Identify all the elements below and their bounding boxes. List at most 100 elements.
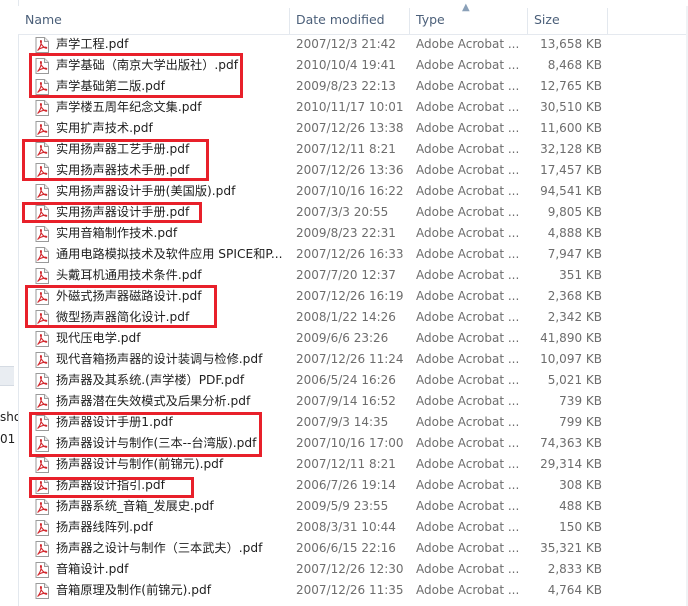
- pdf-file-icon: [35, 58, 49, 74]
- file-size: 13,658 KB: [540, 37, 602, 51]
- file-row[interactable]: 微型扬声器简化设计.pdf 2008/1/22 14:26 Adobe Acroba…: [18, 307, 688, 328]
- file-date-modified: 2007/12/11 8:21: [296, 142, 396, 156]
- file-row[interactable]: 扬声器及其系统.(声学楼）PDF.pdf 2006/5/24 16:26 Adobe…: [18, 370, 688, 391]
- navigation-pane: sho 01: [0, 0, 19, 606]
- file-type: Adobe Acrobat ...: [416, 331, 520, 345]
- file-row[interactable]: 现代音箱扬声器的设计装调与检修.pdf 2007/12/26 11:24 Adobe…: [18, 349, 688, 370]
- file-type: Adobe Acrobat ...: [416, 436, 520, 450]
- file-type: Adobe Acrobat ...: [416, 373, 520, 387]
- file-size: 351 KB: [559, 268, 602, 282]
- file-name: 声学工程.pdf: [56, 37, 129, 51]
- file-size: 739 KB: [559, 394, 602, 408]
- pdf-file-icon: [35, 562, 49, 578]
- file-row[interactable]: 通用电路模拟技术及软件应用 SPICE和P... 2007/12/26 16:33…: [18, 244, 688, 265]
- file-size: 10,097 KB: [540, 352, 602, 366]
- file-row[interactable]: 实用扬声器技术手册.pdf 2007/12/26 13:36 Adobe Acrob…: [18, 160, 688, 181]
- file-name: 扬声器设计手册1.pdf: [56, 415, 173, 429]
- file-row[interactable]: 声学工程.pdf 2007/12/3 21:42 Adobe Acrobat ...…: [18, 34, 688, 55]
- file-date-modified: 2008/1/22 14:26: [296, 310, 396, 324]
- file-row[interactable]: 声学基础（南京大学出版社）.pdf 2010/10/4 19:41 Adobe Ac…: [18, 55, 688, 76]
- file-name: 声学楼五周年纪念文集.pdf: [56, 100, 202, 114]
- file-row[interactable]: 实用音箱制作技术.pdf 2009/8/23 22:31 Adobe Acrobat…: [18, 223, 688, 244]
- file-name: 扬声器及其系统.(声学楼）PDF.pdf: [56, 373, 245, 387]
- file-date-modified: 2006/6/15 22:16: [296, 541, 396, 555]
- file-size: 7,947 KB: [547, 247, 602, 261]
- file-type: Adobe Acrobat ...: [416, 310, 520, 324]
- file-date-modified: 2010/10/4 19:41: [296, 58, 396, 72]
- file-size: 4,888 KB: [547, 226, 602, 240]
- file-name: 扬声器线阵列.pdf: [56, 520, 153, 534]
- file-name: 音箱设计.pdf: [56, 562, 129, 576]
- file-row[interactable]: 扬声器线阵列.pdf 2008/3/31 10:44 Adobe Acrobat .…: [18, 517, 688, 538]
- nav-selected-item[interactable]: [0, 366, 14, 386]
- pdf-file-icon: [35, 79, 49, 95]
- file-name: 实用扬声器设计手册.pdf: [56, 205, 190, 219]
- file-date-modified: 2007/9/14 16:52: [296, 394, 396, 408]
- file-date-modified: 2007/12/26 13:38: [296, 121, 404, 135]
- file-row[interactable]: 外磁式扬声器磁路设计.pdf 2007/12/26 16:19 Adobe Acro…: [18, 286, 688, 307]
- file-row[interactable]: 扬声器设计手册1.pdf 2007/9/3 14:35 Adobe Acrobat …: [18, 412, 688, 433]
- file-row[interactable]: 实用扬声器设计手册.pdf 2007/3/3 20:55 Adobe Acrobat…: [18, 202, 688, 223]
- file-name: 实用扬声器设计手册(美国版).pdf: [56, 184, 236, 198]
- column-divider[interactable]: [607, 8, 608, 34]
- file-size: 5,021 KB: [547, 373, 602, 387]
- file-type: Adobe Acrobat ...: [416, 79, 520, 93]
- file-name: 现代压电学.pdf: [56, 331, 141, 345]
- file-date-modified: 2007/7/20 12:37: [296, 268, 396, 282]
- file-row[interactable]: 扬声器系统_音箱_发展史.pdf 2009/5/9 23:55 Adobe Acro…: [18, 496, 688, 517]
- file-name: 扬声器设计指引.pdf: [56, 478, 165, 492]
- column-header-size[interactable]: Size: [527, 6, 607, 34]
- file-row[interactable]: 实用扩声技术.pdf 2007/12/26 13:38 Adobe Acrobat …: [18, 118, 688, 139]
- file-name: 扬声器设计与制作(前锦元).pdf: [56, 457, 224, 471]
- file-type: Adobe Acrobat ...: [416, 541, 520, 555]
- file-size: 150 KB: [559, 520, 602, 534]
- file-type: Adobe Acrobat ...: [416, 520, 520, 534]
- file-type: Adobe Acrobat ...: [416, 142, 520, 156]
- file-size: 308 KB: [559, 478, 602, 492]
- file-type: Adobe Acrobat ...: [416, 562, 520, 576]
- file-type: Adobe Acrobat ...: [416, 352, 520, 366]
- file-date-modified: 2007/12/26 12:30: [296, 562, 404, 576]
- file-type: Adobe Acrobat ...: [416, 121, 520, 135]
- file-type: Adobe Acrobat ...: [416, 184, 520, 198]
- file-row[interactable]: 头戴耳机通用技术条件.pdf 2007/7/20 12:37 Adobe Acrob…: [18, 265, 688, 286]
- file-row[interactable]: 音箱原理及制作(前锦元).pdf 2007/12/26 11:35 Adobe Ac…: [18, 580, 688, 601]
- file-name: 扬声器设计与制作(三本--台湾版).pdf: [56, 436, 257, 450]
- file-type: Adobe Acrobat ...: [416, 226, 520, 240]
- file-date-modified: 2007/10/16 17:00: [296, 436, 404, 450]
- file-type: Adobe Acrobat ...: [416, 583, 520, 597]
- file-name: 头戴耳机通用技术条件.pdf: [56, 268, 202, 282]
- column-header-name[interactable]: Name: [18, 6, 288, 34]
- file-date-modified: 2009/8/23 22:31: [296, 226, 396, 240]
- column-header-bar: Name Date modified Type ▲ Size: [18, 2, 688, 35]
- file-name: 实用扬声器技术手册.pdf: [56, 163, 190, 177]
- file-name: 声学基础第二版.pdf: [56, 79, 165, 93]
- file-row[interactable]: 声学基础第二版.pdf 2009/8/23 22:13 Adobe Acrobat …: [18, 76, 688, 97]
- column-header-date[interactable]: Date modified: [289, 6, 409, 34]
- pdf-file-icon: [35, 415, 49, 431]
- file-size: 35,321 KB: [540, 541, 602, 555]
- file-name: 现代音箱扬声器的设计装调与检修.pdf: [56, 352, 263, 366]
- file-row[interactable]: 音箱设计.pdf 2007/12/26 12:30 Adobe Acrobat ..…: [18, 559, 688, 580]
- file-row[interactable]: 声学楼五周年纪念文集.pdf 2010/11/17 10:01 Adobe Acro…: [18, 97, 688, 118]
- file-row[interactable]: 实用扬声器工艺手册.pdf 2007/12/11 8:21 Adobe Acroba…: [18, 139, 688, 160]
- file-row[interactable]: 扬声器设计与制作(三本--台湾版).pdf 2007/10/16 17:00 Ado…: [18, 433, 688, 454]
- pdf-file-icon: [35, 352, 49, 368]
- file-size: 12,765 KB: [540, 79, 602, 93]
- file-date-modified: 2007/10/16 16:22: [296, 184, 404, 198]
- pdf-file-icon: [35, 268, 49, 284]
- file-row[interactable]: 实用扬声器设计手册(美国版).pdf 2007/10/16 16:22 Adobe …: [18, 181, 688, 202]
- file-row[interactable]: 扬声器设计与制作(前锦元).pdf 2007/12/11 8:21 Adobe Ac…: [18, 454, 688, 475]
- file-date-modified: 2007/12/26 11:35: [296, 583, 404, 597]
- nav-item-fragment[interactable]: sho: [0, 410, 18, 424]
- file-name: 扬声器系统_音箱_发展史.pdf: [56, 499, 214, 513]
- file-row[interactable]: 扬声器之设计与制作（三本武夫）.pdf 2006/6/15 22:16 Adobe …: [18, 538, 688, 559]
- file-row[interactable]: 扬声器潜在失效模式及后果分析.pdf 2007/9/14 16:52 Adobe A…: [18, 391, 688, 412]
- file-date-modified: 2008/3/31 10:44: [296, 520, 396, 534]
- file-date-modified: 2007/12/3 21:42: [296, 37, 396, 51]
- file-row[interactable]: 现代压电学.pdf 2009/6/6 23:26 Adobe Acrobat ...…: [18, 328, 688, 349]
- file-name: 通用电路模拟技术及软件应用 SPICE和P...: [56, 247, 283, 261]
- file-row[interactable]: 扬声器设计指引.pdf 2006/7/26 19:14 Adobe Acrobat …: [18, 475, 688, 496]
- nav-item-fragment[interactable]: 01: [0, 432, 18, 446]
- file-date-modified: 2007/12/26 16:19: [296, 289, 404, 303]
